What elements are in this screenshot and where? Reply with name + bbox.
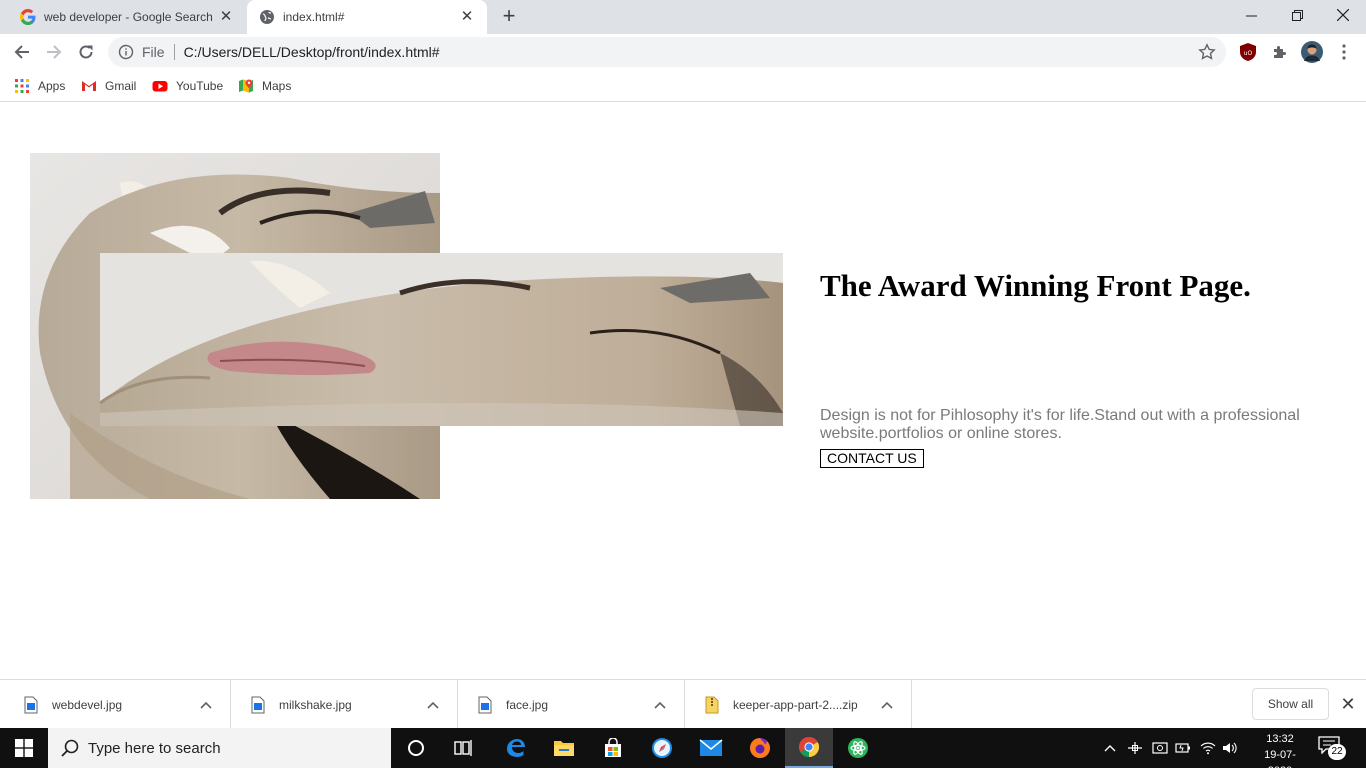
taskbar-clock[interactable]: 13:32 19-07-2020 — [1252, 731, 1308, 779]
mail-icon[interactable] — [687, 728, 735, 768]
browser-toolbar: File C:/Users/DELL/Desktop/front/index.h… — [0, 34, 1366, 70]
file-explorer-icon[interactable] — [540, 728, 588, 768]
download-item-webdevel[interactable]: webdevel.jpg — [4, 680, 231, 729]
notification-count-badge: 22 — [1328, 744, 1346, 760]
forward-icon[interactable] — [40, 38, 68, 66]
chevron-up-icon[interactable] — [650, 695, 670, 715]
wifi-icon[interactable] — [1198, 738, 1218, 758]
new-tab-button[interactable]: + — [498, 5, 520, 28]
bookmark-apps[interactable]: Apps — [14, 76, 65, 96]
bookmark-label: Gmail — [105, 79, 137, 93]
volume-icon[interactable] — [1220, 738, 1240, 758]
download-item-keeper-zip[interactable]: keeper-app-part-2....zip — [685, 680, 912, 729]
ublock-icon[interactable]: uO — [1238, 42, 1258, 62]
search-icon — [61, 739, 79, 757]
profile-avatar[interactable] — [1300, 40, 1324, 64]
task-view-icon[interactable] — [440, 728, 488, 768]
youtube-icon — [152, 81, 168, 92]
minimize-icon[interactable] — [1228, 0, 1274, 30]
zip-file-icon — [705, 696, 719, 713]
edge-icon[interactable] — [491, 728, 539, 768]
page-title: The Award Winning Front Page. — [820, 268, 1251, 303]
extensions-puzzle-icon[interactable] — [1270, 42, 1290, 62]
bookmark-gmail[interactable]: Gmail — [81, 76, 136, 96]
action-center-app-icon[interactable] — [1150, 738, 1170, 758]
bookmark-maps[interactable]: Maps — [238, 76, 291, 96]
tab-strip: web developer - Google Search ✕ index.ht… — [0, 0, 1366, 34]
network-share-icon[interactable] — [1125, 738, 1145, 758]
restore-icon[interactable] — [1274, 0, 1320, 30]
address-bar[interactable]: File C:/Users/DELL/Desktop/front/index.h… — [108, 37, 1226, 67]
bookmark-star-icon[interactable] — [1198, 43, 1216, 61]
download-filename: keeper-app-part-2....zip — [733, 697, 858, 712]
show-all-downloads-button[interactable]: Show all — [1252, 688, 1329, 720]
contact-us-button[interactable]: CONTACT US — [820, 449, 924, 468]
bookmarks-bar: Apps Gmail YouTube Maps — [0, 70, 1366, 102]
download-filename: webdevel.jpg — [52, 697, 123, 712]
search-placeholder: Type here to search — [88, 739, 221, 757]
chevron-up-icon[interactable] — [196, 695, 216, 715]
url-text[interactable]: C:/Users/DELL/Desktop/front/index.html# — [184, 44, 1198, 60]
maps-icon — [239, 79, 253, 93]
download-shelf: webdevel.jpg milkshake.jpg face.jpg keep… — [0, 679, 1366, 729]
tab-title: index.html# — [283, 10, 345, 24]
image-file-icon — [24, 696, 38, 713]
battery-plug-icon[interactable] — [1173, 738, 1193, 758]
gmail-icon — [82, 81, 96, 91]
info-icon[interactable] — [118, 44, 134, 60]
atom-icon[interactable] — [834, 728, 882, 768]
cortana-icon[interactable] — [392, 728, 440, 768]
download-filename: face.jpg — [506, 697, 549, 712]
page-description: Design is not for Pihlosophy it's for li… — [820, 407, 1300, 442]
face-mask-image-front — [100, 253, 783, 426]
image-file-icon — [478, 696, 492, 713]
address-divider — [173, 44, 175, 60]
page-content: The Award Winning Front Page. Design is … — [0, 103, 1366, 679]
notification-center-icon[interactable]: 22 — [1318, 736, 1346, 760]
close-window-icon[interactable] — [1320, 0, 1366, 30]
microsoft-store-icon[interactable] — [589, 728, 637, 768]
globe-icon — [260, 10, 274, 24]
back-icon[interactable] — [8, 38, 36, 66]
reload-icon[interactable] — [72, 38, 100, 66]
download-item-face[interactable]: face.jpg — [458, 680, 685, 729]
close-tab-icon[interactable]: ✕ — [459, 9, 475, 25]
tab-google-search[interactable]: web developer - Google Search ✕ — [8, 0, 246, 34]
chevron-up-icon[interactable] — [423, 695, 443, 715]
download-item-milkshake[interactable]: milkshake.jpg — [231, 680, 458, 729]
tray-chevron-up-icon[interactable] — [1100, 738, 1120, 758]
svg-text:uO: uO — [1244, 50, 1253, 57]
image-file-icon — [251, 696, 265, 713]
windows-start-icon[interactable] — [0, 728, 48, 768]
safari-compass-icon[interactable] — [638, 728, 686, 768]
bookmark-label: Apps — [38, 79, 66, 93]
chevron-up-icon[interactable] — [877, 695, 897, 715]
close-tab-icon[interactable]: ✕ — [218, 9, 234, 25]
download-filename: milkshake.jpg — [279, 697, 352, 712]
firefox-icon[interactable] — [736, 728, 784, 768]
clock-time: 13:32 — [1266, 733, 1294, 745]
apps-grid-icon — [15, 79, 29, 93]
bookmark-label: Maps — [262, 79, 292, 93]
clock-date: 19-07-2020 — [1264, 749, 1296, 777]
google-icon — [20, 9, 36, 25]
chrome-menu-icon[interactable] — [1334, 42, 1354, 62]
bookmark-youtube[interactable]: YouTube — [152, 76, 223, 96]
close-shelf-icon[interactable]: ✕ — [1338, 694, 1358, 714]
scheme-label: File — [142, 44, 165, 60]
taskbar-search-box[interactable]: Type here to search — [48, 728, 391, 768]
chrome-icon[interactable] — [785, 728, 833, 768]
tab-title: web developer - Google Search — [44, 10, 213, 24]
tab-index-html[interactable]: index.html# ✕ — [247, 0, 487, 34]
bookmark-label: YouTube — [176, 79, 224, 93]
windows-taskbar: Type here to search 13:32 19-07-2020 22 — [0, 728, 1366, 777]
